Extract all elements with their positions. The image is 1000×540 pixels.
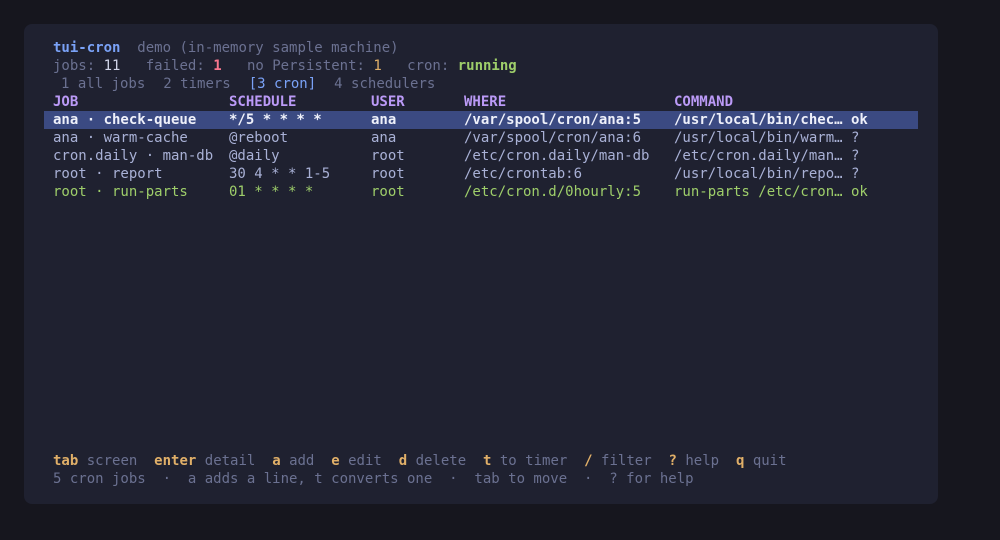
row-user: ana bbox=[371, 130, 397, 146]
row-status: ok bbox=[851, 184, 868, 200]
row-job: root · report bbox=[53, 166, 163, 182]
table-row[interactable]: cron.daily · man-db @daily root /etc/cro… bbox=[44, 147, 918, 165]
row-user: root bbox=[371, 148, 405, 164]
column-header-job: JOB bbox=[53, 94, 79, 110]
failed-label: failed: bbox=[145, 58, 205, 74]
key-help[interactable]: ? bbox=[668, 453, 676, 469]
row-status: ? bbox=[851, 166, 860, 182]
tab-timers[interactable]: 2 timers bbox=[163, 76, 230, 92]
nopersist-count: 1 bbox=[373, 58, 382, 74]
cron-status-badge: running bbox=[457, 58, 517, 74]
row-where: /etc/cron.d/0hourly:5 bbox=[464, 184, 642, 200]
row-command: /usr/local/bin/repo… bbox=[674, 166, 843, 182]
tab-bar: 1 all jobs 2 timers [3 cron] 4 schedulers bbox=[61, 75, 453, 93]
row-job: root · run-parts bbox=[53, 184, 188, 200]
nopersist-label: no Persistent: bbox=[246, 58, 365, 74]
row-where: /var/spool/cron/ana:6 bbox=[464, 130, 642, 146]
row-where: /etc/crontab:6 bbox=[464, 166, 583, 182]
tab-all-jobs[interactable]: 1 all jobs bbox=[61, 76, 145, 92]
action-screen: screen bbox=[86, 453, 138, 469]
row-status: ? bbox=[851, 148, 860, 164]
action-add: add bbox=[289, 453, 315, 469]
action-delete: delete bbox=[415, 453, 467, 469]
row-command: run-parts /etc/cron… bbox=[674, 184, 843, 200]
row-schedule: @reboot bbox=[229, 130, 289, 146]
key-enter[interactable]: enter bbox=[154, 453, 196, 469]
column-header-where: WHERE bbox=[464, 94, 507, 110]
app-name: tui-cron bbox=[53, 40, 121, 56]
status-line: 5 cron jobs · a adds a line, t converts … bbox=[53, 471, 694, 487]
row-status: ok bbox=[851, 112, 868, 128]
action-edit: edit bbox=[348, 453, 382, 469]
table-row[interactable]: root · report 30 4 * * 1-5 root /etc/cro… bbox=[44, 165, 918, 183]
row-command: /usr/local/bin/warm… bbox=[674, 130, 843, 146]
table-header: JOB SCHEDULE USER WHERE COMMAND bbox=[44, 93, 918, 111]
row-user: root bbox=[371, 166, 405, 182]
row-schedule: 01 * * * * bbox=[229, 184, 314, 200]
header-line: tui-cron demo (in-memory sample machine) bbox=[53, 39, 399, 57]
stats-line: jobs: 11 failed: 1 no Persistent: 1 cron… bbox=[53, 57, 517, 75]
row-user: ana bbox=[371, 112, 397, 128]
jobs-label: jobs: bbox=[53, 58, 96, 74]
tab-schedulers[interactable]: 4 schedulers bbox=[334, 76, 435, 92]
row-job: cron.daily · man-db bbox=[53, 148, 214, 164]
key-quit[interactable]: q bbox=[736, 453, 744, 469]
action-to-timer: to timer bbox=[499, 453, 568, 469]
column-header-user: USER bbox=[371, 94, 405, 110]
cron-label: cron: bbox=[407, 58, 450, 74]
key-to-timer[interactable]: t bbox=[483, 453, 491, 469]
key-add[interactable]: a bbox=[272, 453, 280, 469]
row-schedule: 30 4 * * 1-5 bbox=[229, 166, 331, 182]
row-where: /etc/cron.daily/man-db bbox=[464, 148, 650, 164]
keybinding-bar: tab screen enter detail a add e edit d d… bbox=[53, 452, 787, 470]
key-tab[interactable]: tab bbox=[53, 453, 78, 469]
row-command: /usr/local/bin/chec… bbox=[674, 112, 843, 128]
action-quit: quit bbox=[752, 453, 787, 469]
row-where: /var/spool/cron/ana:5 bbox=[464, 112, 642, 128]
jobs-count: 11 bbox=[103, 58, 121, 74]
failed-count: 1 bbox=[213, 58, 222, 74]
action-filter: filter bbox=[601, 453, 652, 469]
key-filter[interactable]: / bbox=[584, 453, 592, 469]
table-row[interactable]: ana · check-queue */5 * * * * ana /var/s… bbox=[44, 111, 918, 129]
app-subtitle: demo (in-memory sample machine) bbox=[137, 40, 399, 56]
key-edit[interactable]: e bbox=[331, 453, 339, 469]
row-user: root bbox=[371, 184, 405, 200]
terminal-window: tui-cron demo (in-memory sample machine)… bbox=[24, 24, 938, 504]
action-detail: detail bbox=[204, 453, 256, 469]
column-header-command: COMMAND bbox=[674, 94, 734, 110]
row-job: ana · check-queue bbox=[53, 112, 197, 128]
row-command: /etc/cron.daily/man… bbox=[674, 148, 843, 164]
action-help: help bbox=[685, 453, 720, 469]
table-row[interactable]: root · run-parts 01 * * * * root /etc/cr… bbox=[44, 183, 918, 201]
table-row[interactable]: ana · warm-cache @reboot ana /var/spool/… bbox=[44, 129, 918, 147]
row-job: ana · warm-cache bbox=[53, 130, 188, 146]
row-schedule: @daily bbox=[229, 148, 280, 164]
key-delete[interactable]: d bbox=[399, 453, 407, 469]
column-header-schedule: SCHEDULE bbox=[229, 94, 297, 110]
tab-cron[interactable]: [3 cron] bbox=[249, 76, 316, 92]
row-schedule: */5 * * * * bbox=[229, 112, 322, 128]
row-status: ? bbox=[851, 130, 860, 146]
